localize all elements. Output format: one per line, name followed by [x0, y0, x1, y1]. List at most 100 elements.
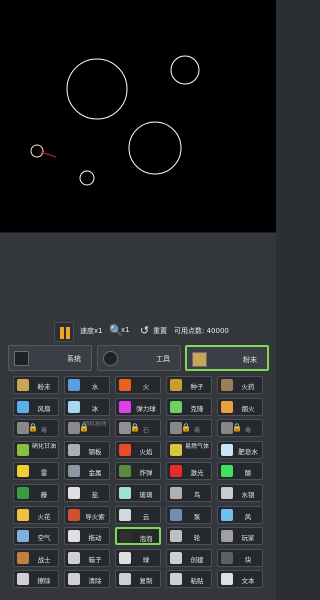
element-label: 球	[142, 555, 150, 564]
element-button[interactable]: 烟火	[217, 397, 263, 416]
element-button[interactable]: 🔒 毒	[166, 419, 212, 438]
element-button[interactable]: 粘贴	[166, 570, 212, 589]
element-label: 金属	[88, 469, 102, 478]
element-label: 酸	[244, 469, 252, 478]
element-button[interactable]: 🔒 毒	[217, 419, 263, 438]
category-tools[interactable]: 工具	[97, 345, 181, 371]
element-label: 风扇	[37, 404, 51, 413]
element-button[interactable]: 硝化甘油	[13, 440, 59, 459]
element-button[interactable]: 藤	[13, 484, 59, 502]
speed-button[interactable]: 速度x1	[80, 326, 103, 336]
element-button[interactable]: 🔒 物料粉砖	[64, 419, 110, 438]
element-label: 空气	[37, 534, 51, 543]
pump-icon	[170, 508, 182, 521]
element-label: 鸟	[193, 491, 201, 499]
thunder-icon	[17, 465, 29, 478]
erase-icon	[17, 573, 29, 586]
paste-icon	[170, 573, 182, 586]
element-button[interactable]: 冰	[64, 397, 110, 416]
element-button[interactable]: 🔒 石	[115, 419, 161, 438]
clear-icon	[68, 573, 80, 586]
element-label: 水银	[241, 491, 255, 499]
element-button[interactable]: 战士	[13, 548, 59, 567]
element-button[interactable]: 创建	[166, 548, 212, 567]
element-button[interactable]: 水银	[217, 484, 263, 502]
element-button[interactable]: 云	[115, 505, 161, 524]
element-button[interactable]: 钢板	[64, 440, 110, 459]
element-button[interactable]: 激光	[166, 462, 212, 481]
glass-icon	[119, 487, 131, 499]
element-button[interactable]: 肥皂水	[217, 440, 263, 459]
element-button[interactable]: 水	[64, 376, 110, 394]
element-button[interactable]: 弹力球	[115, 397, 161, 416]
element-label: 箱子	[88, 555, 102, 564]
reset-icon[interactable]: ↺	[138, 324, 151, 337]
gunpowder-icon	[221, 379, 233, 391]
powder-icon	[192, 352, 207, 367]
clone-icon	[170, 400, 182, 413]
element-button[interactable]: 火	[115, 376, 161, 394]
simulation-canvas[interactable]	[0, 0, 276, 232]
element-label: 激光	[190, 469, 204, 478]
element-button[interactable]: 泡泡	[115, 527, 161, 546]
element-button[interactable]: 鸟	[166, 484, 212, 502]
element-button[interactable]: 金属	[64, 462, 110, 481]
element-button[interactable]: 复制	[115, 570, 161, 589]
element-button[interactable]: 箱子	[64, 548, 110, 567]
element-button[interactable]: 易燃气体	[166, 440, 212, 459]
pause-button[interactable]	[54, 322, 74, 342]
element-button[interactable]: 火焰	[115, 440, 161, 459]
salt-icon	[68, 487, 80, 499]
element-button[interactable]: 雷	[13, 462, 59, 481]
element-label: 文本	[241, 577, 255, 586]
category-system[interactable]: 系统	[8, 345, 92, 371]
warrior-icon	[17, 551, 29, 564]
element-button[interactable]: 清除	[64, 570, 110, 589]
element-label: 硝化甘油	[32, 442, 56, 450]
element-button[interactable]: 炸弹	[115, 462, 161, 481]
category-powder[interactable]: 粉末	[185, 345, 269, 371]
element-button[interactable]: 拖动	[64, 527, 110, 546]
element-label: 块	[244, 555, 252, 564]
zoom-label[interactable]: x1	[121, 326, 130, 334]
element-label: 复制	[139, 577, 153, 586]
element-button[interactable]: 球	[115, 548, 161, 567]
spark-icon	[17, 508, 29, 521]
control-panel: 速度x1 🔍 x1 ↺ 重置 可用点数: 40000 系统 工具 粉末 粉末水火…	[0, 232, 276, 600]
element-label: 毒	[193, 426, 201, 435]
element-label: 克隆	[190, 404, 204, 413]
element-button[interactable]: 粉末	[13, 376, 59, 394]
ball-player	[30, 144, 44, 158]
element-button[interactable]: 种子	[166, 376, 212, 394]
element-label: 粉末	[37, 383, 51, 391]
element-label: 导火索	[85, 512, 105, 521]
available-points: 可用点数: 40000	[174, 327, 229, 335]
element-button[interactable]: 克隆	[166, 397, 212, 416]
element-button[interactable]: 文本	[217, 570, 263, 589]
element-button[interactable]: 泵	[166, 505, 212, 524]
element-button[interactable]: 空气	[13, 527, 59, 546]
element-button[interactable]: 风扇	[13, 397, 59, 416]
element-button[interactable]: 风	[217, 505, 263, 524]
fan-icon	[17, 400, 29, 413]
element-button[interactable]: 🔒 毒	[13, 419, 59, 438]
element-label: 物料粉砖	[83, 421, 107, 429]
element-label: 盐	[91, 491, 99, 499]
element-label: 战士	[37, 555, 51, 564]
element-button[interactable]: 玻璃	[115, 484, 161, 502]
element-button[interactable]: 酸	[217, 462, 263, 481]
ice-icon	[68, 400, 80, 413]
element-button[interactable]: 玩家	[217, 527, 263, 546]
element-button[interactable]: 块	[217, 548, 263, 567]
reset-button[interactable]: 重置	[153, 326, 167, 336]
element-button[interactable]: 火花	[13, 505, 59, 524]
element-button[interactable]: 盐	[64, 484, 110, 502]
element-label: 粘贴	[190, 577, 204, 586]
box-icon	[68, 551, 80, 564]
element-label: 火花	[37, 512, 51, 521]
element-button[interactable]: 轮	[166, 527, 212, 546]
element-button[interactable]: 导火索	[64, 505, 110, 524]
element-button[interactable]: 火药	[217, 376, 263, 394]
element-label: 水	[91, 383, 99, 391]
element-button[interactable]: 擦除	[13, 570, 59, 589]
